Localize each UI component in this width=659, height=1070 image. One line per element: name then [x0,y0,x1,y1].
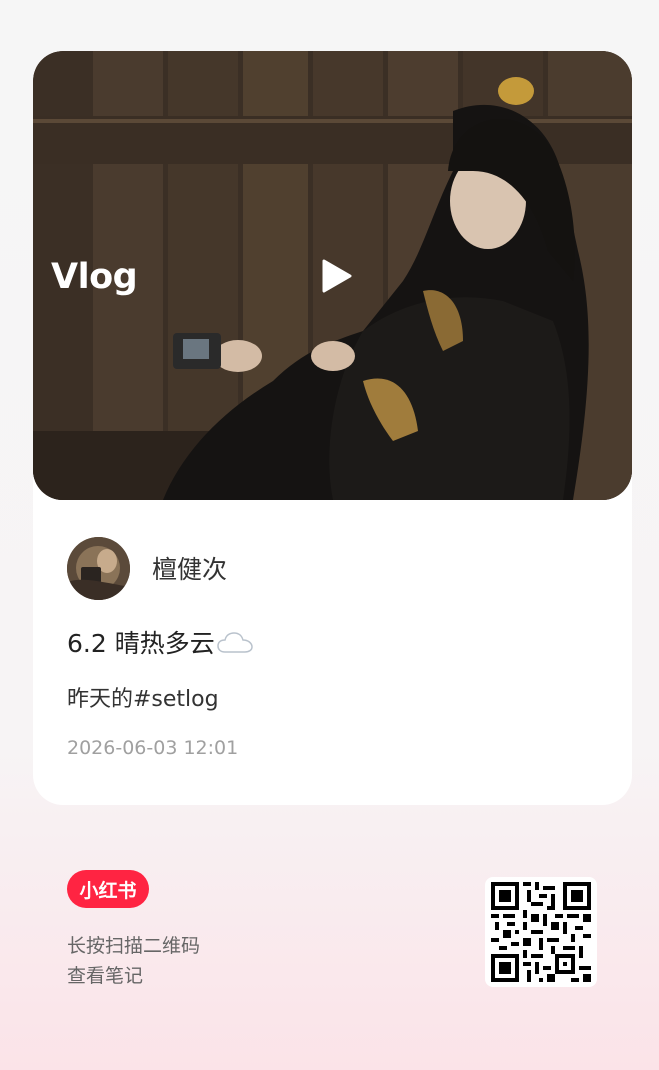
scan-instructions: 长按扫描二维码 查看笔记 [67,931,200,991]
cloud-icon [216,632,253,653]
avatar-image [67,536,130,600]
avatar[interactable] [67,536,130,600]
xiaohongshu-logo: 小红书 [67,870,149,908]
post-date: 2026-06-03 12:01 [67,737,239,759]
scan-line-2: 查看笔记 [67,965,144,987]
post-description[interactable]: 昨天的#setlog [67,681,219,713]
video-cover[interactable]: Vlog [33,51,632,500]
author-name[interactable]: 檀健次 [152,550,227,586]
brand-label: 小红书 [79,879,137,902]
play-icon[interactable] [321,259,353,293]
post-title: 6.2 晴热多云 [67,624,253,660]
post-title-text: 6.2 晴热多云 [67,629,215,658]
qr-code-icon [491,882,591,982]
note-card[interactable]: Vlog 檀健次 6.2 晴热多云 昨天的#setlog 2026-06-03 … [33,51,632,805]
scan-line-1: 长按扫描二维码 [67,935,201,957]
qr-code[interactable] [485,877,597,987]
author-row[interactable]: 檀健次 [67,536,227,600]
vlog-badge: Vlog [51,257,138,297]
